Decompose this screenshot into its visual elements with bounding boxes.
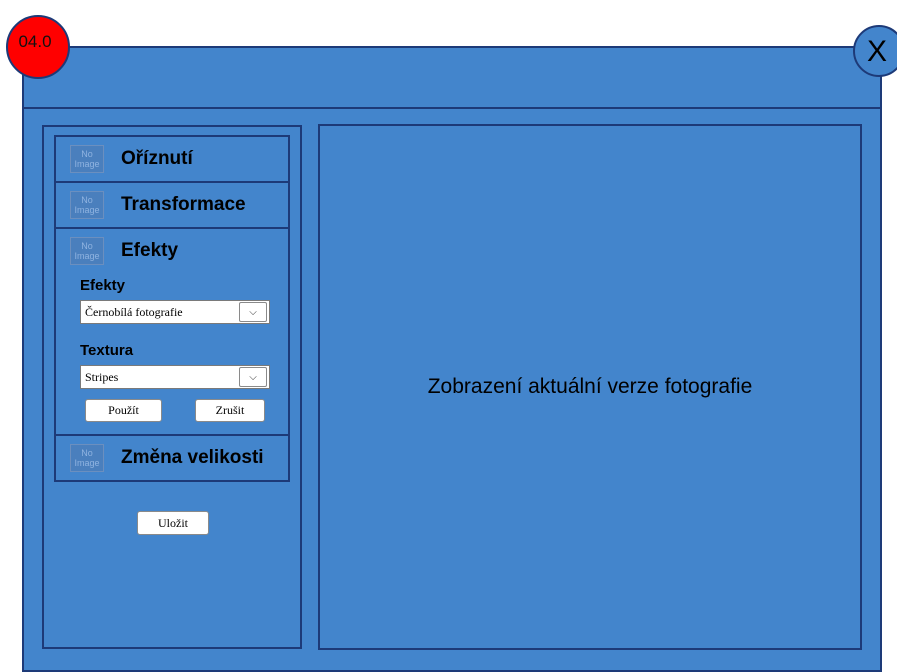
- section-resize-title: Změna velikosti: [121, 447, 264, 468]
- section-effects: No Image Efekty Efekty Černobílá fotogra…: [56, 229, 288, 436]
- texture-select[interactable]: Stripes ⌵: [80, 365, 270, 389]
- photo-preview-panel: Zobrazení aktuální verze fotografie: [318, 124, 862, 650]
- section-crop-header[interactable]: No Image Oříznutí: [56, 137, 288, 181]
- chevron-down-icon[interactable]: ⌵: [239, 367, 267, 387]
- image-placeholder-icon: No Image: [70, 237, 104, 265]
- tools-accordion: No Image Oříznutí No Image Transformace …: [54, 135, 290, 482]
- cancel-button[interactable]: Zrušit: [195, 399, 265, 422]
- effects-button-row: Použít Zrušit: [85, 399, 265, 422]
- close-icon: X: [867, 35, 888, 68]
- section-crop-title: Oříznutí: [121, 148, 193, 169]
- section-transform: No Image Transformace: [56, 183, 288, 229]
- preview-placeholder-text: Zobrazení aktuální verze fotografie: [427, 375, 753, 398]
- apply-button[interactable]: Použít: [85, 399, 162, 422]
- effects-label: Efekty: [80, 277, 126, 294]
- save-button[interactable]: Uložit: [137, 511, 209, 535]
- texture-select-value: Stripes: [85, 369, 119, 384]
- texture-label: Textura: [80, 342, 134, 359]
- image-placeholder-icon: No Image: [70, 191, 104, 219]
- section-resize: No Image Změna velikosti: [56, 436, 288, 480]
- close-button[interactable]: X: [853, 25, 897, 77]
- section-resize-header[interactable]: No Image Změna velikosti: [56, 436, 288, 480]
- image-placeholder-icon: No Image: [70, 145, 104, 173]
- effects-body: Efekty Černobílá fotografie ⌵ Textura St…: [56, 273, 288, 434]
- chevron-down-icon[interactable]: ⌵: [239, 302, 267, 322]
- section-effects-title: Efekty: [121, 240, 179, 261]
- header-divider: [24, 107, 880, 109]
- section-transform-header[interactable]: No Image Transformace: [56, 183, 288, 227]
- image-placeholder-icon: No Image: [70, 444, 104, 472]
- version-badge: 04.0: [6, 15, 70, 79]
- section-transform-title: Transformace: [121, 194, 246, 215]
- section-effects-header[interactable]: No Image Efekty: [56, 229, 288, 273]
- section-crop: No Image Oříznutí: [56, 137, 288, 183]
- effects-select[interactable]: Černobílá fotografie ⌵: [80, 300, 270, 324]
- effects-select-value: Černobílá fotografie: [85, 304, 183, 319]
